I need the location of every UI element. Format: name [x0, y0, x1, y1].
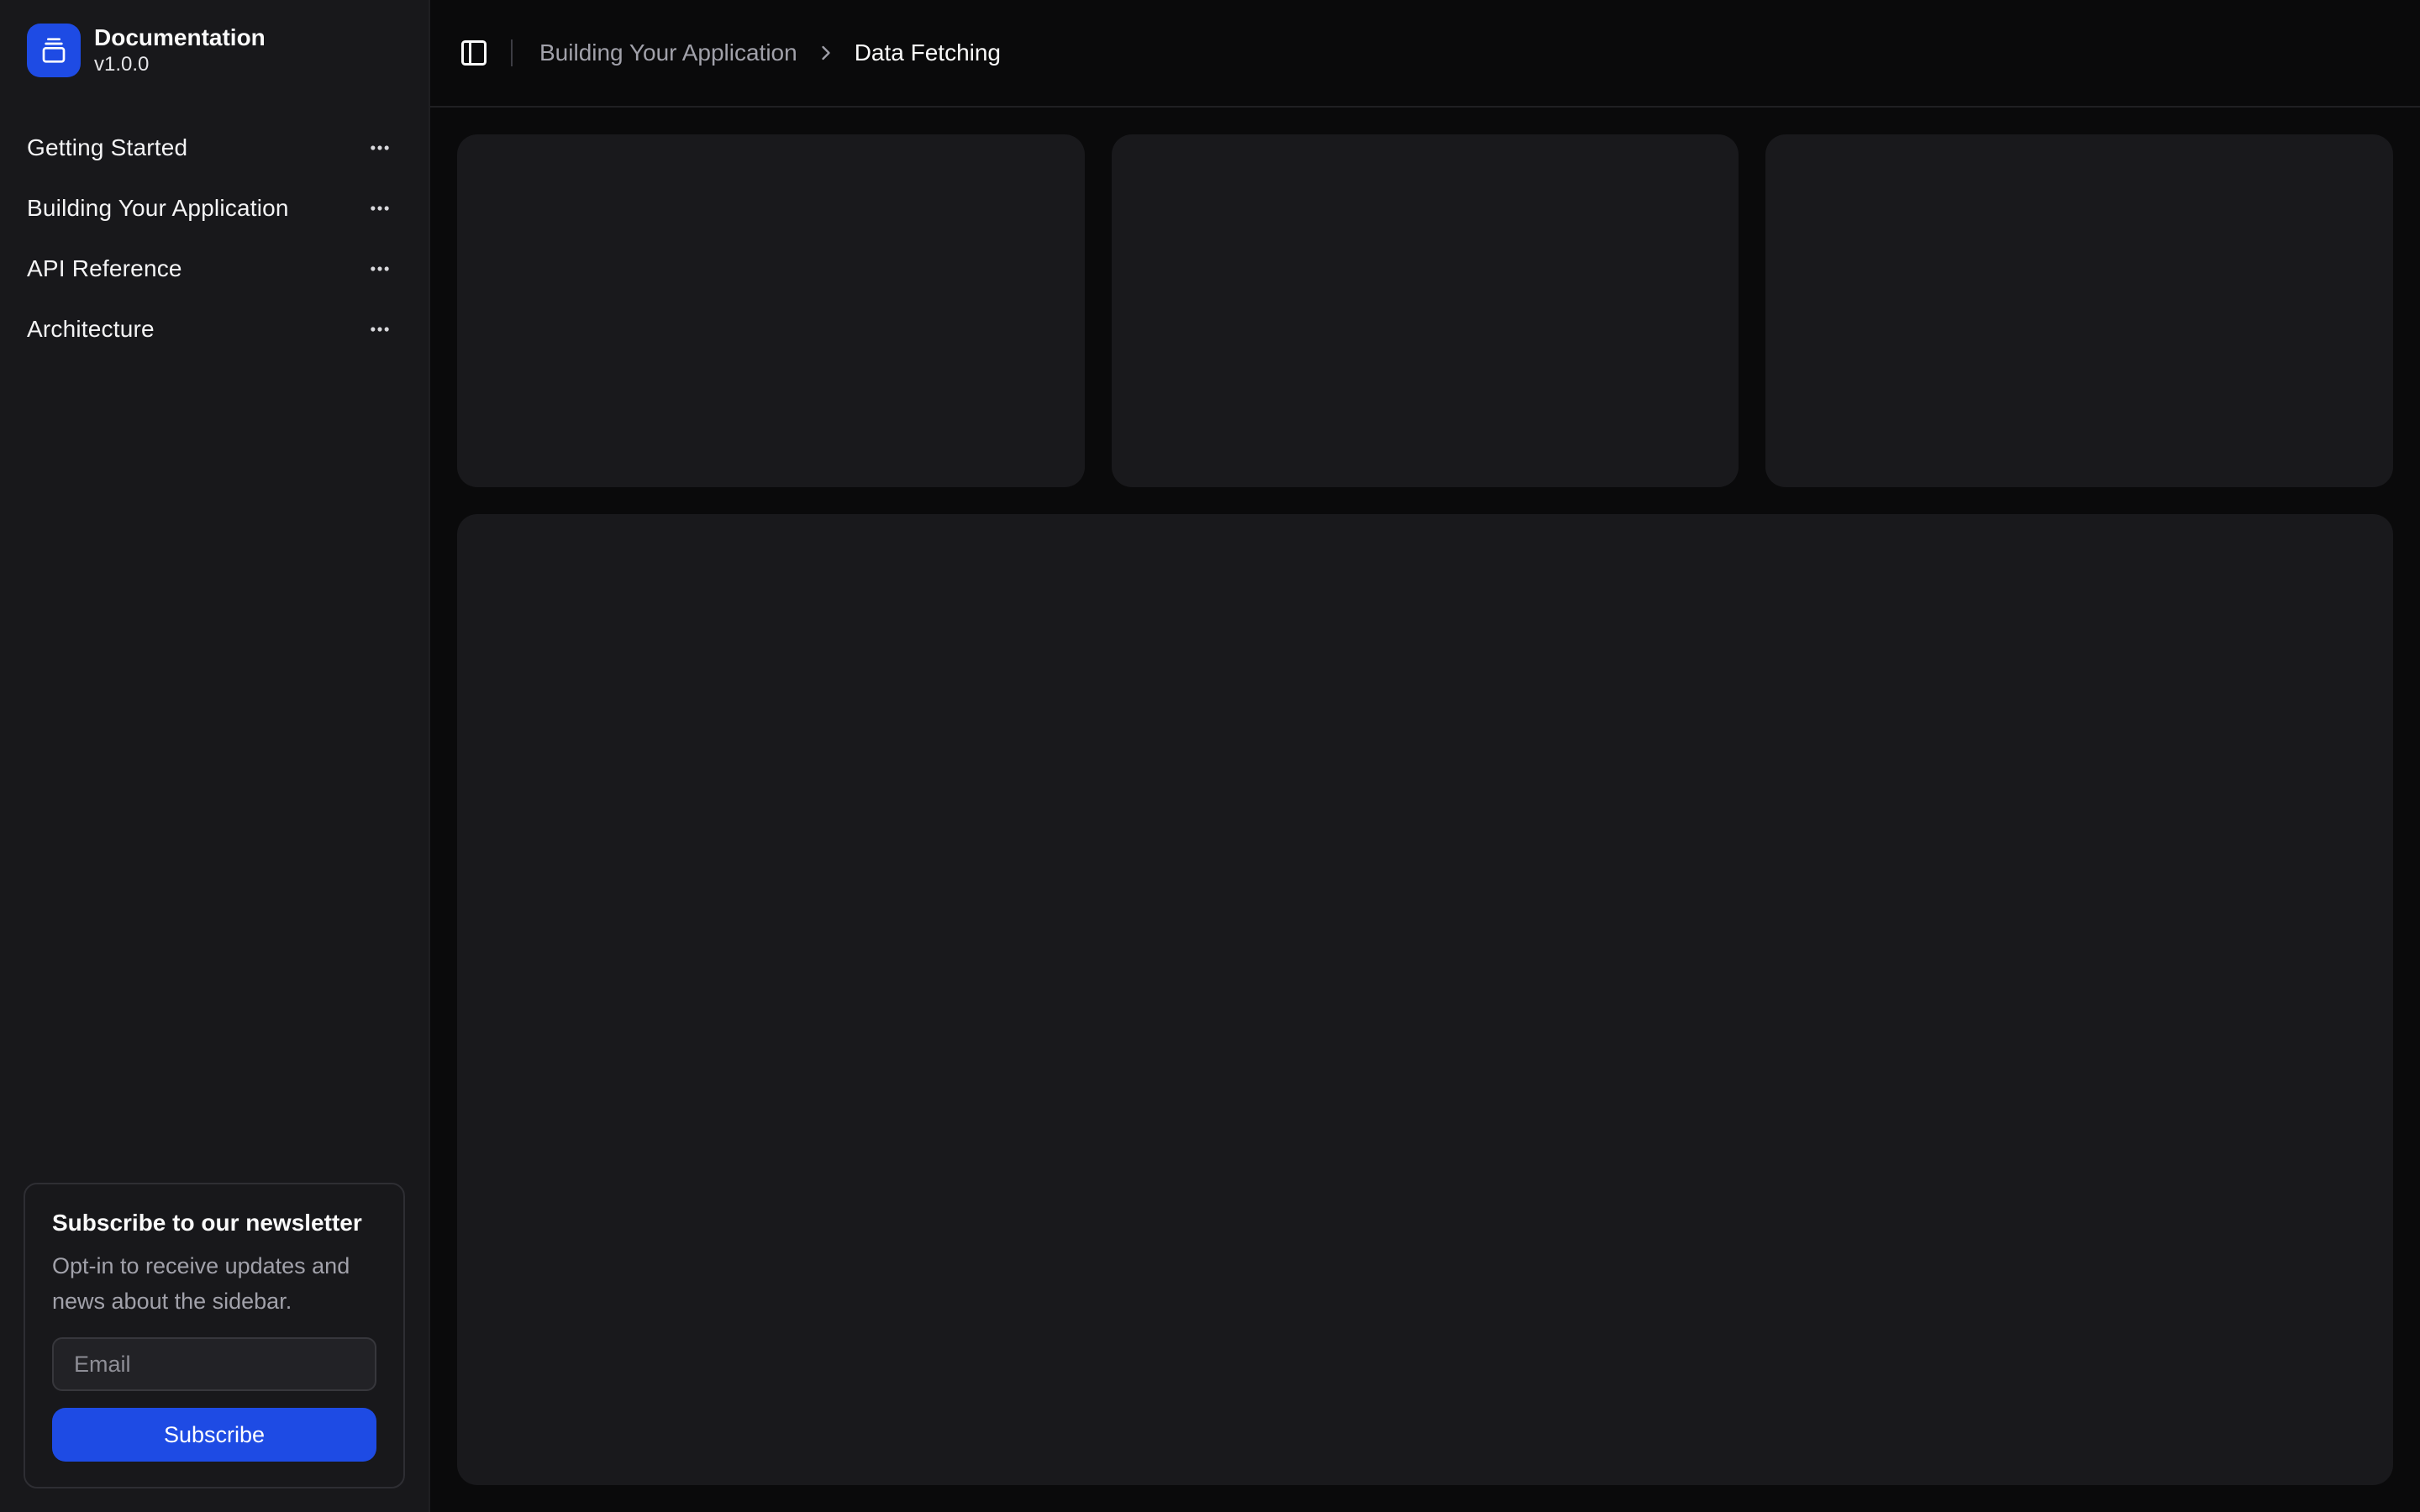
sidebar-item-label: API Reference: [27, 255, 182, 281]
placeholder-card: [1765, 134, 2393, 487]
app-logo[interactable]: [27, 24, 81, 77]
sidebar-item-label: Getting Started: [27, 134, 188, 160]
item-actions-button[interactable]: [363, 131, 397, 165]
sidebar-item-label: Architecture: [27, 316, 155, 342]
chevron-right-icon: [814, 41, 838, 65]
sidebar-item-building-your-application[interactable]: Building Your Application: [13, 181, 415, 235]
app-identity: Documentation v1.0.0: [94, 24, 266, 77]
item-actions-button[interactable]: [363, 252, 397, 286]
subscribe-button[interactable]: Subscribe: [52, 1408, 376, 1462]
item-actions-button[interactable]: [363, 192, 397, 225]
newsletter-description: Opt-in to receive updates and news about…: [52, 1253, 350, 1314]
breadcrumb: Building Your Application Data Fetching: [539, 39, 1001, 66]
placeholder-card: [1111, 134, 1739, 487]
ellipsis-icon: [368, 136, 392, 160]
app-title: Documentation: [94, 24, 266, 50]
ellipsis-icon: [368, 318, 392, 341]
placeholder-card: [457, 134, 1085, 487]
ellipsis-icon: [368, 257, 392, 281]
placeholder-card-row: [457, 134, 2393, 487]
sidebar-header[interactable]: Documentation v1.0.0: [13, 13, 415, 87]
sidebar-nav: Getting Started Building Your Applicatio…: [13, 121, 415, 363]
sidebar-toggle-button[interactable]: [450, 29, 497, 76]
sidebar-item-getting-started[interactable]: Getting Started: [13, 121, 415, 175]
main-area: Building Your Application Data Fetching: [430, 0, 2420, 1512]
email-field[interactable]: [52, 1337, 376, 1391]
ellipsis-icon: [368, 197, 392, 220]
page-content: [430, 108, 2420, 1512]
breadcrumb-section-link[interactable]: Building Your Application: [539, 39, 797, 66]
app-window: Documentation v1.0.0 Getting Started Bui…: [0, 0, 2420, 1512]
sidebar-item-architecture[interactable]: Architecture: [13, 302, 415, 356]
app-version: v1.0.0: [94, 53, 150, 76]
sidebar-item-api-reference[interactable]: API Reference: [13, 242, 415, 296]
header-separator: [511, 39, 513, 66]
main-header: Building Your Application Data Fetching: [430, 0, 2420, 108]
newsletter-card: Subscribe to our newsletter Opt-in to re…: [24, 1183, 405, 1488]
sidebar: Documentation v1.0.0 Getting Started Bui…: [0, 0, 430, 1512]
placeholder-panel: [457, 514, 2393, 1485]
newsletter-title: Subscribe to our newsletter: [52, 1210, 362, 1236]
item-actions-button[interactable]: [363, 312, 397, 346]
panel-left-icon: [459, 38, 489, 68]
gallery-vertical-end-icon: [40, 37, 67, 64]
sidebar-item-label: Building Your Application: [27, 195, 289, 221]
breadcrumb-current-page: Data Fetching: [854, 39, 1002, 66]
